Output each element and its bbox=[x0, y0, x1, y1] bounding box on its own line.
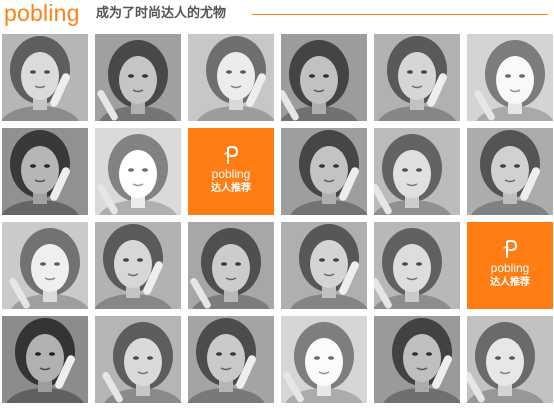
user-photo[interactable] bbox=[188, 316, 274, 403]
user-photo[interactable] bbox=[2, 316, 88, 403]
promo-brand: pobling bbox=[211, 167, 251, 181]
promo-tile[interactable]: pobling 达人推荐 bbox=[467, 222, 553, 309]
user-photo[interactable] bbox=[281, 316, 367, 403]
user-photo[interactable] bbox=[2, 128, 88, 215]
promo-brand: pobling bbox=[490, 261, 530, 275]
user-photo[interactable] bbox=[95, 34, 181, 121]
user-photo[interactable] bbox=[467, 34, 553, 121]
user-photo[interactable] bbox=[95, 316, 181, 403]
user-photo[interactable] bbox=[374, 34, 460, 121]
user-photo[interactable] bbox=[188, 34, 274, 121]
user-photo[interactable] bbox=[95, 128, 181, 215]
user-photo[interactable] bbox=[467, 316, 553, 403]
pobling-banner: pobling 成为了时尚达人的尤物 pobling 达人推荐 pobling … bbox=[0, 0, 554, 410]
user-photo[interactable] bbox=[281, 34, 367, 121]
promo-tile[interactable]: pobling 达人推荐 bbox=[188, 128, 274, 215]
user-photo[interactable] bbox=[2, 222, 88, 309]
user-photo[interactable] bbox=[467, 128, 553, 215]
promo-tagline: 达人推荐 bbox=[211, 183, 251, 194]
photo-grid: pobling 达人推荐 pobling 达人推荐 bbox=[2, 34, 553, 410]
user-photo[interactable] bbox=[2, 34, 88, 121]
pobling-logo-icon bbox=[467, 240, 553, 258]
user-photo[interactable] bbox=[374, 128, 460, 215]
pobling-logo-icon bbox=[188, 146, 274, 164]
user-photo[interactable] bbox=[188, 222, 274, 309]
user-photo[interactable] bbox=[281, 128, 367, 215]
user-photo[interactable] bbox=[374, 222, 460, 309]
user-photo[interactable] bbox=[374, 316, 460, 403]
slogan: 成为了时尚达人的尤物 bbox=[96, 6, 227, 21]
promo-tagline: 达人推荐 bbox=[490, 277, 530, 288]
brand-logo-text[interactable]: pobling bbox=[4, 0, 80, 26]
header: pobling 成为了时尚达人的尤物 bbox=[2, 0, 552, 28]
header-divider bbox=[252, 14, 548, 15]
user-photo[interactable] bbox=[281, 222, 367, 309]
user-photo[interactable] bbox=[95, 222, 181, 309]
